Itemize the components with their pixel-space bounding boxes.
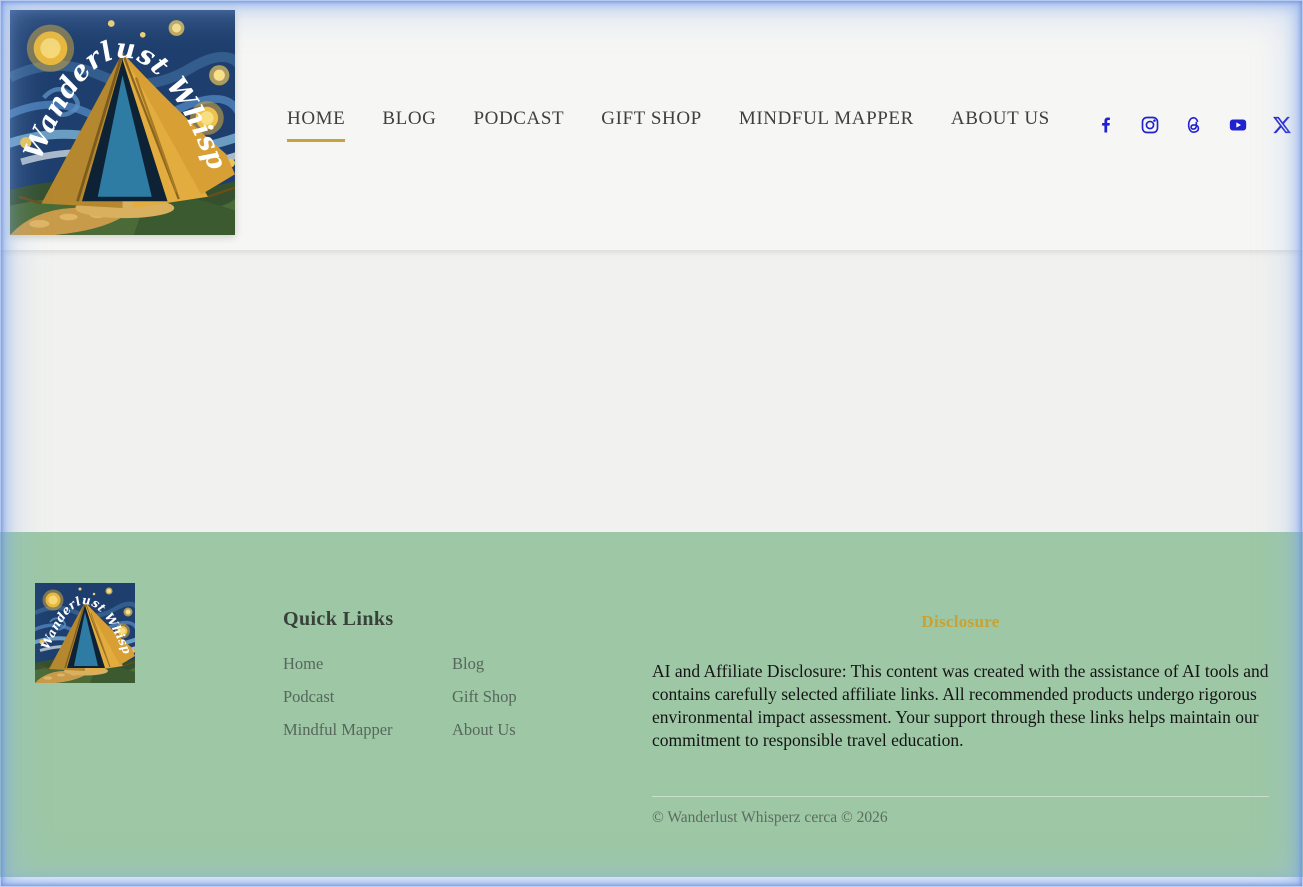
header-logo-link[interactable]: [10, 10, 235, 235]
quick-links-column-2: Blog Gift Shop About Us: [452, 654, 517, 739]
social-link-x[interactable]: [1272, 115, 1292, 135]
x-icon: [1272, 115, 1292, 135]
quick-links-title: Quick Links: [283, 608, 394, 631]
main-nav: HOME BLOG PODCAST GIFT SHOP MINDFUL MAPP…: [287, 0, 1050, 250]
youtube-icon: [1228, 115, 1248, 135]
disclosure-section: Disclosure AI and Affiliate Disclosure: …: [652, 532, 1269, 877]
nav-item-blog[interactable]: BLOG: [382, 108, 436, 142]
page: HOME BLOG PODCAST GIFT SHOP MINDFUL MAPP…: [0, 0, 1303, 887]
threads-icon: [1184, 115, 1204, 135]
footer-link-podcast[interactable]: Podcast: [283, 687, 393, 706]
social-link-youtube[interactable]: [1228, 115, 1248, 135]
nav-item-podcast[interactable]: PODCAST: [473, 108, 564, 142]
footer-link-blog[interactable]: Blog: [452, 654, 517, 673]
site-header: HOME BLOG PODCAST GIFT SHOP MINDFUL MAPP…: [0, 0, 1303, 250]
facebook-icon: [1096, 115, 1116, 135]
nav-item-about-us[interactable]: ABOUT US: [951, 108, 1050, 142]
nav-item-mindful-mapper[interactable]: MINDFUL MAPPER: [739, 108, 914, 142]
main-content: [0, 250, 1303, 532]
brand-logo-image: [10, 10, 235, 235]
quick-links-column-1: Home Podcast Mindful Mapper: [283, 654, 393, 739]
social-link-threads[interactable]: [1184, 115, 1204, 135]
footer-brand-logo-image: [35, 583, 135, 683]
instagram-icon: [1140, 115, 1160, 135]
disclosure-text: AI and Affiliate Disclosure: This conten…: [652, 660, 1269, 752]
social-link-instagram[interactable]: [1140, 115, 1160, 135]
nav-item-gift-shop[interactable]: GIFT SHOP: [601, 108, 702, 142]
footer-divider: [652, 796, 1269, 797]
footer-link-about-us[interactable]: About Us: [452, 720, 517, 739]
copyright-text: © Wanderlust Whisperz cerca © 2026: [652, 809, 888, 827]
site-footer: Quick Links Home Podcast Mindful Mapper …: [0, 532, 1303, 877]
footer-link-mindful-mapper[interactable]: Mindful Mapper: [283, 720, 393, 739]
nav-item-home[interactable]: HOME: [287, 108, 345, 142]
footer-link-gift-shop[interactable]: Gift Shop: [452, 687, 517, 706]
footer-link-home[interactable]: Home: [283, 654, 393, 673]
social-links: [1096, 0, 1292, 250]
social-link-facebook[interactable]: [1096, 115, 1116, 135]
disclosure-title: Disclosure: [652, 612, 1269, 632]
footer-logo-link[interactable]: [35, 583, 135, 683]
